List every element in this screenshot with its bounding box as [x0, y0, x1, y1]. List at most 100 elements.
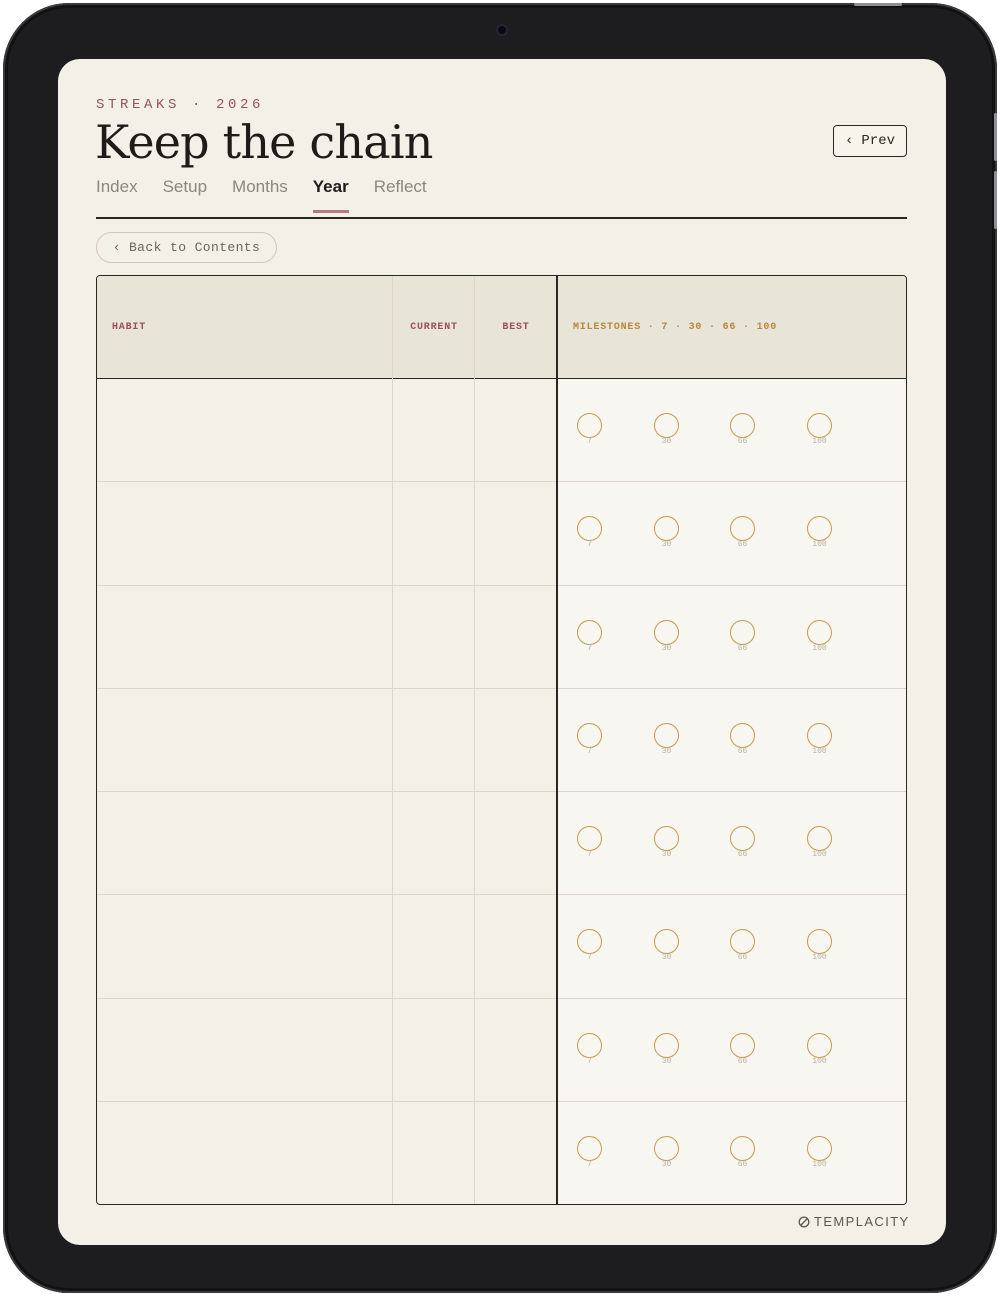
milestone-label: 7 — [587, 540, 592, 550]
milestone-circle[interactable] — [730, 929, 755, 955]
camera-icon — [496, 24, 508, 36]
milestone-circle[interactable] — [730, 1032, 755, 1058]
milestone-circle[interactable] — [807, 413, 832, 438]
milestone-circle[interactable] — [807, 929, 832, 955]
prev-button[interactable]: ‹ Prev — [833, 125, 907, 157]
tab-index[interactable]: Index — [96, 177, 138, 209]
tab-bar: Index Setup Months Year Reflect — [96, 177, 452, 213]
habit-cell[interactable] — [97, 1102, 392, 1204]
best-cell[interactable] — [475, 999, 557, 1101]
milestone-label: 100 — [812, 850, 827, 860]
best-cell[interactable] — [475, 689, 557, 791]
milestone-circle[interactable] — [577, 826, 602, 852]
streak-table: HABIT CURRENT BEST MILESTONES · 7 · 30 ·… — [96, 275, 907, 1205]
milestone-label: 100 — [812, 746, 827, 756]
best-cell[interactable] — [475, 482, 557, 584]
milestone-circle[interactable] — [807, 1032, 832, 1058]
milestone-circle[interactable] — [577, 722, 602, 748]
tab-year[interactable]: Year — [312, 177, 349, 213]
tab-setup[interactable]: Setup — [163, 177, 207, 209]
current-cell[interactable] — [393, 895, 475, 997]
milestone-circle[interactable] — [807, 722, 832, 748]
milestone-circle[interactable] — [577, 929, 602, 955]
volume-up-button — [994, 113, 997, 161]
back-label: Back to Contents — [128, 240, 261, 255]
milestone-circle[interactable] — [730, 516, 755, 542]
table-row: 7 30 66 100 — [97, 482, 906, 586]
habit-cell[interactable] — [97, 379, 392, 481]
milestone-circle[interactable] — [577, 619, 602, 645]
milestone-circle[interactable] — [577, 1032, 602, 1058]
table-row: 7 30 66 100 — [97, 586, 906, 689]
templacity-logo-icon — [798, 1216, 810, 1227]
milestone-circle[interactable] — [654, 929, 679, 955]
milestone-label: 30 — [661, 1056, 672, 1066]
current-cell[interactable] — [393, 999, 475, 1101]
best-cell[interactable] — [475, 792, 557, 894]
milestone-label: 7 — [587, 1160, 592, 1170]
milestone-label: 7 — [587, 953, 592, 963]
habit-cell[interactable] — [97, 586, 392, 688]
current-cell[interactable] — [393, 482, 475, 584]
current-cell[interactable] — [393, 792, 475, 894]
chevron-left-icon: ‹ — [844, 133, 854, 149]
habit-cell[interactable] — [97, 895, 392, 997]
habit-cell[interactable] — [97, 792, 392, 894]
milestone-label: 66 — [737, 746, 748, 756]
table-row: 7 30 66 100 — [97, 895, 906, 999]
current-cell[interactable] — [393, 586, 475, 688]
milestone-circle[interactable] — [807, 619, 832, 645]
current-cell[interactable] — [393, 1102, 475, 1204]
best-cell[interactable] — [475, 586, 557, 688]
milestone-circle[interactable] — [730, 826, 755, 852]
milestone-circle[interactable] — [730, 722, 755, 748]
screen: STREAKS · 2026 Keep the chain ‹ Prev Ind… — [58, 59, 946, 1245]
milestone-circle[interactable] — [807, 516, 832, 542]
milestone-circle[interactable] — [807, 826, 832, 852]
current-cell[interactable] — [393, 689, 475, 791]
column-header-milestones: MILESTONES · 7 · 30 · 66 · 100 — [573, 322, 778, 333]
milestone-circle[interactable] — [654, 826, 679, 852]
volume-down-button — [994, 171, 997, 229]
milestone-circle[interactable] — [807, 1136, 832, 1162]
milestone-label: 100 — [812, 437, 827, 446]
milestone-label: 100 — [812, 1160, 827, 1170]
header-divider — [96, 217, 907, 219]
milestone-label: 66 — [737, 1056, 748, 1066]
milestone-label: 66 — [737, 643, 748, 653]
column-header-current: CURRENT — [410, 322, 458, 333]
page-eyebrow: STREAKS · 2026 — [96, 97, 265, 113]
current-cell[interactable] — [393, 379, 475, 481]
milestone-label: 100 — [812, 540, 827, 550]
habit-cell[interactable] — [97, 999, 392, 1101]
habit-cell[interactable] — [97, 482, 392, 584]
table-body: 7 30 66 100 7 30 66 100 7 30 66 100 7 30 66 100 7 30 66 100… — [97, 379, 906, 1204]
milestone-circle[interactable] — [654, 516, 679, 542]
milestone-label: 7 — [587, 746, 592, 756]
milestone-circle[interactable] — [577, 516, 602, 542]
table-header: HABIT CURRENT BEST MILESTONES · 7 · 30 ·… — [97, 276, 906, 379]
back-to-contents-button[interactable]: ‹ Back to Contents — [96, 232, 277, 263]
milestone-circle[interactable] — [577, 1136, 602, 1162]
milestone-label: 100 — [812, 953, 827, 963]
milestone-circle[interactable] — [654, 722, 679, 748]
best-cell[interactable] — [475, 1102, 557, 1204]
milestone-label: 30 — [661, 1160, 672, 1170]
milestone-circle[interactable] — [730, 413, 755, 438]
milestone-circle[interactable] — [654, 413, 679, 438]
milestone-circle[interactable] — [654, 1136, 679, 1162]
best-cell[interactable] — [475, 895, 557, 997]
milestone-label: 100 — [812, 1056, 827, 1066]
milestone-circle[interactable] — [730, 1136, 755, 1162]
milestone-circle[interactable] — [654, 1032, 679, 1058]
tab-reflect[interactable]: Reflect — [374, 177, 427, 209]
table-row: 7 30 66 100 — [97, 999, 906, 1103]
tab-months[interactable]: Months — [232, 177, 288, 209]
habit-cell[interactable] — [97, 689, 392, 791]
best-cell[interactable] — [475, 379, 557, 481]
milestone-circle[interactable] — [577, 413, 602, 438]
tablet-frame: STREAKS · 2026 Keep the chain ‹ Prev Ind… — [3, 3, 997, 1293]
chevron-left-icon: ‹ — [112, 240, 121, 255]
milestone-circle[interactable] — [730, 619, 755, 645]
milestone-circle[interactable] — [654, 619, 679, 645]
